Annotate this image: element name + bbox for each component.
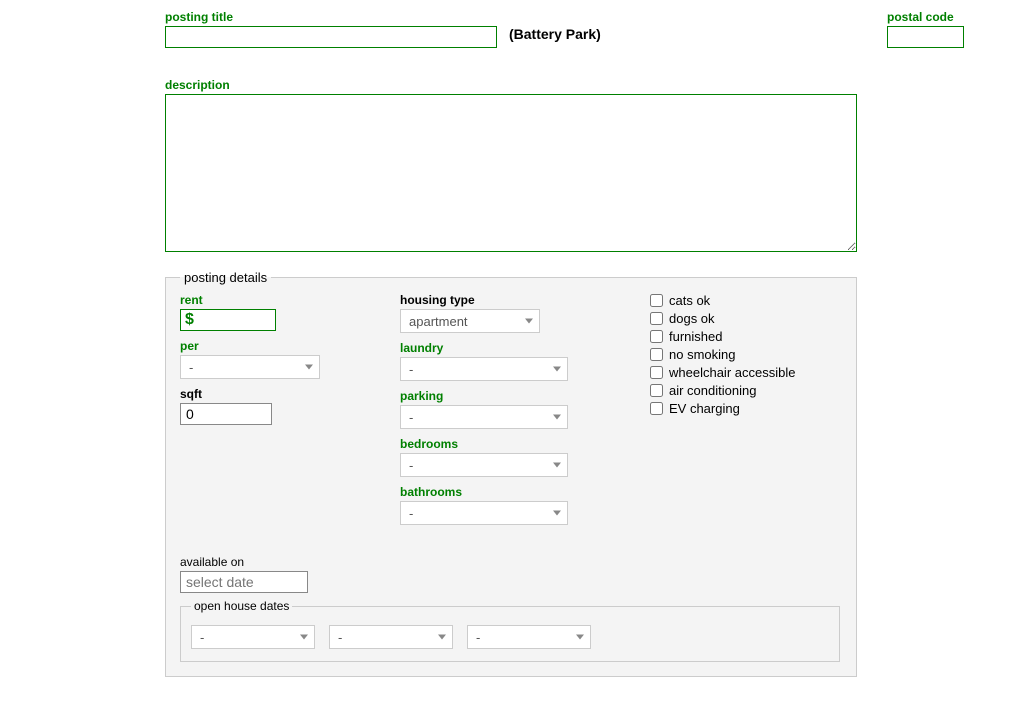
chevron-down-icon <box>305 365 313 370</box>
chevron-down-icon <box>525 319 533 324</box>
parking-label: parking <box>400 389 650 403</box>
per-label: per <box>180 339 400 353</box>
cats-ok-label: cats ok <box>669 293 710 308</box>
laundry-label: laundry <box>400 341 650 355</box>
ev-label: EV charging <box>669 401 740 416</box>
dogs-ok-row[interactable]: dogs ok <box>650 311 842 326</box>
no-smoking-label: no smoking <box>669 347 735 362</box>
housing-type-label: housing type <box>400 293 650 307</box>
parking-select[interactable]: - <box>400 405 568 429</box>
available-on-input[interactable] <box>180 571 308 593</box>
ev-checkbox[interactable] <box>650 402 663 415</box>
housing-type-select[interactable]: apartment <box>400 309 540 333</box>
wheelchair-label: wheelchair accessible <box>669 365 795 380</box>
details-col-1: rent per - sqft <box>180 293 400 433</box>
bathrooms-select[interactable]: - <box>400 501 568 525</box>
description-label: description <box>165 78 964 92</box>
ev-row[interactable]: EV charging <box>650 401 842 416</box>
posting-details-legend: posting details <box>180 270 271 285</box>
postal-code-field: postal code <box>887 10 964 48</box>
description-textarea[interactable] <box>165 94 857 252</box>
open-house-selected-2: - <box>338 630 342 645</box>
available-on-block: available on <box>180 555 842 593</box>
chevron-down-icon <box>438 635 446 640</box>
furnished-label: furnished <box>669 329 722 344</box>
posting-title-input[interactable] <box>165 26 497 48</box>
chevron-down-icon <box>553 463 561 468</box>
bathrooms-selected: - <box>409 506 413 521</box>
furnished-row[interactable]: furnished <box>650 329 842 344</box>
chevron-down-icon <box>553 511 561 516</box>
open-house-legend: open house dates <box>191 599 292 613</box>
top-row: posting title (Battery Park) postal code <box>165 10 964 48</box>
chevron-down-icon <box>553 367 561 372</box>
bedrooms-selected: - <box>409 458 413 473</box>
housing-type-selected: apartment <box>409 314 468 329</box>
parking-selected: - <box>409 410 413 425</box>
sqft-label: sqft <box>180 387 400 401</box>
ac-checkbox[interactable] <box>650 384 663 397</box>
open-house-fieldset: open house dates - - - <box>180 599 840 662</box>
open-house-selected-3: - <box>476 630 480 645</box>
bedrooms-select[interactable]: - <box>400 453 568 477</box>
ac-row[interactable]: air conditioning <box>650 383 842 398</box>
open-house-select-3[interactable]: - <box>467 625 591 649</box>
chevron-down-icon <box>300 635 308 640</box>
laundry-select[interactable]: - <box>400 357 568 381</box>
dogs-ok-checkbox[interactable] <box>650 312 663 325</box>
postal-code-label: postal code <box>887 10 964 24</box>
chevron-down-icon <box>553 415 561 420</box>
no-smoking-checkbox[interactable] <box>650 348 663 361</box>
bedrooms-label: bedrooms <box>400 437 650 451</box>
location-display: (Battery Park) <box>509 26 601 42</box>
furnished-checkbox[interactable] <box>650 330 663 343</box>
per-selected: - <box>189 360 193 375</box>
per-select[interactable]: - <box>180 355 320 379</box>
rent-label: rent <box>180 293 400 307</box>
open-house-select-2[interactable]: - <box>329 625 453 649</box>
no-smoking-row[interactable]: no smoking <box>650 347 842 362</box>
open-house-selected-1: - <box>200 630 204 645</box>
details-col-3: cats ok dogs ok furnished no smoking whe… <box>650 293 842 419</box>
rent-input[interactable] <box>180 309 276 331</box>
laundry-selected: - <box>409 362 413 377</box>
description-field: description <box>165 78 964 252</box>
bathrooms-label: bathrooms <box>400 485 650 499</box>
cats-ok-row[interactable]: cats ok <box>650 293 842 308</box>
details-col-2: housing type apartment laundry - parking <box>400 293 650 533</box>
posting-title-label: posting title <box>165 10 497 24</box>
dogs-ok-label: dogs ok <box>669 311 715 326</box>
posting-details-fieldset: posting details rent per - sqft <box>165 270 857 677</box>
open-house-select-1[interactable]: - <box>191 625 315 649</box>
sqft-input[interactable] <box>180 403 272 425</box>
ac-label: air conditioning <box>669 383 756 398</box>
wheelchair-row[interactable]: wheelchair accessible <box>650 365 842 380</box>
wheelchair-checkbox[interactable] <box>650 366 663 379</box>
postal-code-input[interactable] <box>887 26 964 48</box>
chevron-down-icon <box>576 635 584 640</box>
posting-title-field: posting title <box>165 10 497 48</box>
cats-ok-checkbox[interactable] <box>650 294 663 307</box>
